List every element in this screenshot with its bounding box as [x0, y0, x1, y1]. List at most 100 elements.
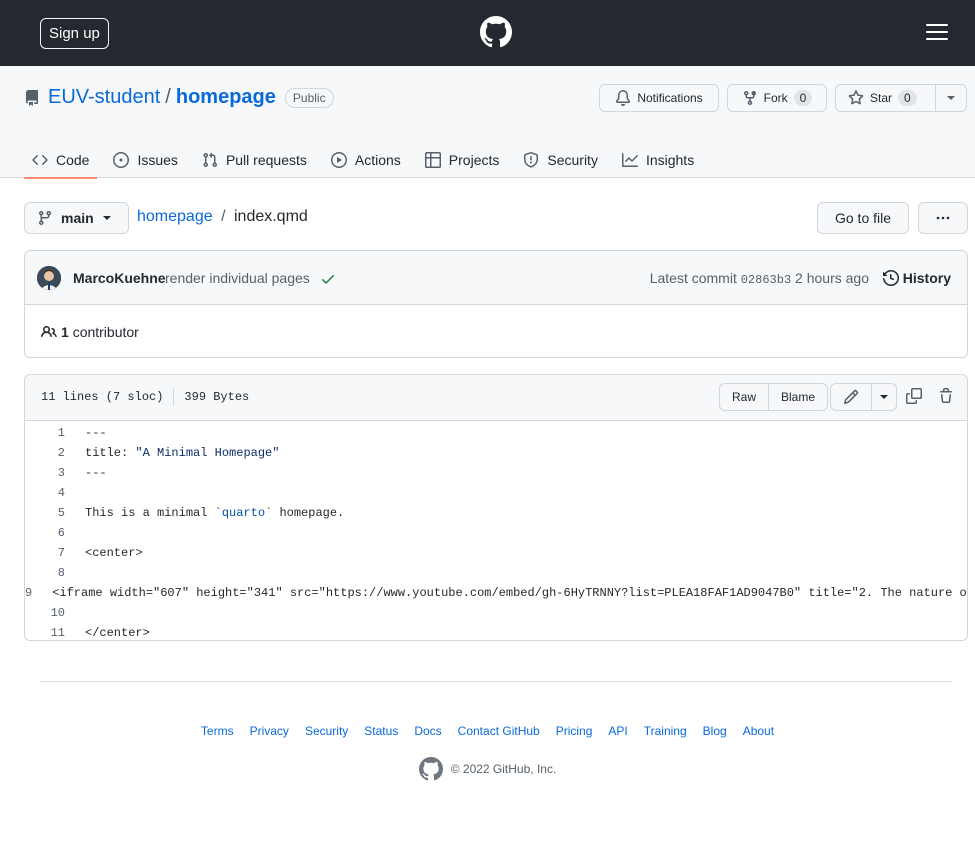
breadcrumb-repo-link[interactable]: homepage — [137, 208, 213, 225]
footer-link-pricing[interactable]: Pricing — [556, 724, 593, 738]
file-viewer: 11 lines (7 sloc) 399 Bytes Raw Blame 1 -… — [24, 374, 968, 641]
line-number[interactable]: 4 — [25, 486, 65, 500]
tab-issues-label: Issues — [137, 152, 178, 168]
star-button[interactable]: Star 0 — [836, 85, 935, 111]
tab-projects-label: Projects — [448, 152, 500, 168]
line-number[interactable]: 8 — [25, 566, 65, 580]
fork-label: Fork — [763, 91, 788, 105]
code-line: 8 — [25, 563, 967, 583]
code-line: 6 — [25, 523, 967, 543]
github-logo-icon[interactable] — [480, 16, 512, 48]
footer-link-security[interactable]: Security — [305, 724, 348, 738]
footer-link-about[interactable]: About — [743, 724, 774, 738]
line-number[interactable]: 5 — [25, 506, 65, 520]
table-icon — [424, 152, 441, 168]
tab-actions[interactable]: Actions — [323, 142, 409, 178]
history-label: History — [902, 270, 951, 286]
commit-summary: MarcoKuehne render individual pages Late… — [25, 251, 967, 305]
line-number[interactable]: 2 — [25, 446, 65, 460]
edit-file-button[interactable] — [831, 384, 871, 410]
contributors-row[interactable]: 1 contributor — [41, 324, 139, 340]
line-number[interactable]: 11 — [25, 626, 65, 640]
people-icon — [41, 325, 57, 338]
tab-security[interactable]: Security — [515, 142, 606, 178]
tab-insights-label: Insights — [645, 152, 695, 168]
code-listing: 1 --- 2 title: "A Minimal Homepage" 3 --- 4… — [25, 421, 967, 640]
tab-actions-label: Actions — [354, 152, 401, 168]
code-line: 3 --- — [25, 463, 967, 483]
footer-link-api[interactable]: API — [608, 724, 627, 738]
footer-link-blog[interactable]: Blog — [703, 724, 727, 738]
footer-copyright: © 2022 GitHub, Inc. — [0, 757, 975, 781]
latest-commit-info: Latest commit 02863b3 2 hours ago — [650, 270, 869, 287]
go-to-file-button[interactable]: Go to file — [817, 202, 909, 234]
code-line: 1 --- — [25, 423, 967, 443]
footer-link-privacy[interactable]: Privacy — [250, 724, 289, 738]
edit-options-dropdown[interactable] — [872, 384, 896, 410]
code-line: 2 title: "A Minimal Homepage" — [25, 443, 967, 463]
chevron-down-icon — [947, 96, 955, 100]
bell-icon — [616, 90, 631, 106]
play-icon — [330, 152, 347, 168]
footer-link-contact[interactable]: Contact GitHub — [458, 724, 540, 738]
code-line: 4 — [25, 483, 967, 503]
footer-link-status[interactable]: Status — [364, 724, 398, 738]
line-number[interactable]: 1 — [25, 426, 65, 440]
tab-code-label: Code — [56, 152, 90, 168]
code-line: 7 <center> — [25, 543, 967, 563]
pencil-icon — [843, 389, 859, 405]
site-header: Sign up — [0, 0, 975, 66]
file-info: 11 lines (7 sloc) 399 Bytes — [41, 388, 249, 406]
more-options-button[interactable] — [918, 202, 968, 234]
hamburger-icon[interactable] — [926, 24, 948, 42]
tab-projects[interactable]: Projects — [417, 142, 508, 178]
repo-owner-link[interactable]: EUV-student — [48, 86, 160, 109]
fork-button[interactable]: Fork 0 — [727, 84, 827, 112]
line-content: <center> — [85, 546, 143, 560]
chevron-down-icon — [102, 216, 111, 220]
history-link[interactable]: History — [882, 270, 951, 286]
raw-button[interactable]: Raw — [720, 384, 768, 410]
commit-sha-link[interactable]: 02863b3 — [741, 273, 791, 287]
tab-code[interactable]: Code — [24, 142, 98, 179]
breadcrumb-file-name: index.qmd — [233, 208, 308, 225]
repo-actions: Notifications Fork 0 Star 0 — [599, 84, 967, 112]
line-number[interactable]: 3 — [25, 466, 65, 480]
pull-request-icon — [203, 152, 217, 168]
trash-icon[interactable] — [938, 388, 954, 404]
star-list-dropdown[interactable] — [936, 85, 966, 111]
line-content: --- — [85, 466, 107, 480]
commit-message-link[interactable]: render individual pages — [165, 270, 310, 286]
file-lines-info: 11 lines (7 sloc) — [41, 390, 164, 404]
line-number[interactable]: 10 — [25, 606, 65, 620]
line-number[interactable]: 9 — [25, 586, 32, 600]
footer-link-docs[interactable]: Docs — [414, 724, 441, 738]
notifications-button[interactable]: Notifications — [599, 84, 719, 112]
tab-issues[interactable]: Issues — [105, 142, 185, 178]
star-counter: 0 — [898, 90, 917, 106]
branch-select-button[interactable]: main — [24, 202, 129, 234]
footer-link-training[interactable]: Training — [644, 724, 687, 738]
tab-pull-requests[interactable]: Pull requests — [194, 142, 315, 178]
github-logo-icon[interactable] — [418, 757, 443, 781]
copy-icon[interactable] — [906, 388, 922, 404]
branch-name: main — [61, 210, 94, 226]
footer-links: Terms Privacy Security Status Docs Conta… — [0, 724, 975, 738]
tab-pull-requests-label: Pull requests — [225, 152, 307, 168]
breadcrumb: homepage / index.qmd — [137, 208, 308, 226]
star-button-group: Star 0 — [835, 84, 967, 112]
sign-up-button[interactable]: Sign up — [40, 18, 109, 49]
repo-tabs: Code Issues Pull requests Actions Projec… — [24, 142, 710, 179]
avatar[interactable] — [37, 266, 61, 290]
graph-icon — [621, 153, 638, 167]
footer-link-terms[interactable]: Terms — [201, 724, 234, 738]
check-icon[interactable] — [320, 271, 336, 287]
repo-icon — [25, 89, 38, 106]
line-number[interactable]: 6 — [25, 526, 65, 540]
tab-insights[interactable]: Insights — [614, 142, 702, 178]
blame-button[interactable]: Blame — [769, 384, 827, 410]
commit-author-link[interactable]: MarcoKuehne — [73, 270, 166, 286]
repo-name-link[interactable]: homepage — [176, 86, 276, 109]
line-number[interactable]: 7 — [25, 546, 65, 560]
history-icon — [882, 270, 899, 286]
